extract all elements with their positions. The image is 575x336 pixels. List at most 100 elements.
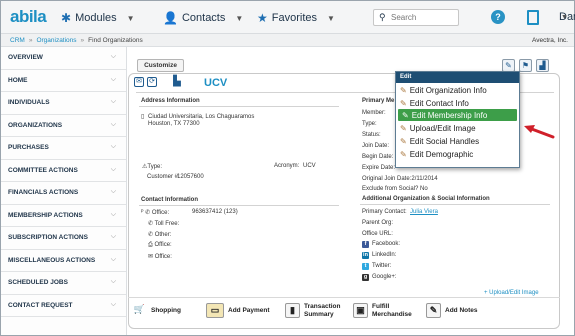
- office-email-label: Office:: [154, 254, 172, 260]
- menu-item-label: Edit Demographic: [409, 149, 474, 159]
- exclude-from-social: Exclude from Social? No: [362, 186, 428, 192]
- sidebar-item-label: CONTACT REQUEST: [8, 301, 73, 309]
- upload-edit-image-link[interactable]: + Upload/Edit Image: [484, 290, 539, 296]
- menu-item-label: Upload/Edit Image: [409, 124, 476, 134]
- chart-icon[interactable]: ▟: [536, 59, 549, 72]
- transaction-summary-action[interactable]: ▮ Transaction Summary: [285, 303, 340, 318]
- primary-contact-link[interactable]: Julia Viera: [410, 209, 438, 215]
- email-icon: ✉: [148, 254, 155, 260]
- breadcrumb-organizations[interactable]: Organizations: [36, 37, 76, 44]
- search-icon: ⚲: [379, 12, 386, 22]
- modules-menu[interactable]: ✱ Modules ▼: [61, 11, 135, 25]
- chevron-down-icon: ⌵: [110, 278, 116, 285]
- sidebar-item-label: COMMITTEE ACTIONS: [8, 166, 78, 174]
- additional-info-title: Additional Organization & Social Informa…: [362, 196, 490, 202]
- sidebar-item-miscellaneous-actions[interactable]: MISCELLANEOUS ACTIONS ⌵: [1, 250, 126, 272]
- chevron-down-icon: ⌵: [110, 233, 116, 240]
- chevron-down-icon: ⌵: [110, 53, 116, 60]
- shopping-action[interactable]: 🛒 Shopping: [132, 303, 181, 318]
- edit-demographic-item[interactable]: ✎ Edit Demographic: [396, 147, 519, 160]
- help-icon[interactable]: ?: [491, 10, 505, 24]
- chevron-down-icon: ⌵: [110, 188, 116, 195]
- menu-item-label: Edit Social Handles: [409, 137, 480, 147]
- organization-name: UCV: [204, 77, 228, 89]
- payment-card-icon: ▭: [206, 303, 224, 318]
- add-notes-action[interactable]: ✎ Add Notes: [426, 303, 478, 318]
- user-chevron-icon[interactable]: ▼: [561, 14, 568, 21]
- sidebar-item-overview[interactable]: OVERVIEW ⌵: [1, 47, 126, 70]
- office-phone-row: ᴾ ✆ Office:: [141, 209, 169, 216]
- puzzle-icon: ✱: [61, 11, 72, 25]
- facebook-icon: f: [362, 241, 369, 248]
- sidebar-item-label: MEMBERSHIP ACTIONS: [8, 211, 83, 219]
- sidebar-item-scheduled-jobs[interactable]: SCHEDULED JOBS ⌵: [1, 272, 126, 295]
- breadcrumb: CRM» Organizations» Find Organizations Ave…: [1, 34, 574, 47]
- phone-icon: ✆: [148, 232, 155, 238]
- fulfill-merchandise-action[interactable]: ▣ Fulfill Merchandise: [353, 303, 412, 318]
- building-icon: ▙: [173, 76, 181, 87]
- upload-edit-image-item[interactable]: ✎ Upload/Edit Image: [396, 121, 519, 134]
- sidebar-item-label: INDIVIDUALS: [8, 99, 50, 106]
- search-placeholder: Search: [391, 13, 417, 22]
- type-label-text: Type:: [147, 164, 163, 170]
- edit-membership-info-item[interactable]: ✎ Edit Membership Info: [398, 108, 517, 122]
- edit-organization-info-item[interactable]: ✎ Edit Organization Info: [396, 83, 519, 96]
- person-icon: 👤: [163, 11, 178, 25]
- pencil-icon: ✎: [402, 111, 409, 121]
- pencil-icon: ✎: [400, 137, 407, 147]
- sidebar-item-committee-actions[interactable]: COMMITTEE ACTIONS ⌵: [1, 160, 126, 182]
- email-icon[interactable]: ✉: [134, 77, 144, 87]
- sidebar-item-label: OVERVIEW: [8, 54, 43, 61]
- chevron-down-icon: ▼: [126, 13, 135, 23]
- sidebar-item-label: PURCHASES: [8, 144, 49, 151]
- shopping-cart-icon: 🛒: [133, 304, 146, 314]
- transaction-summary-line1: Transaction: [304, 303, 341, 310]
- menu-item-label: Edit Contact Info: [409, 98, 469, 108]
- contacts-menu[interactable]: 👤 Contacts ▼: [163, 11, 243, 25]
- chevron-down-icon: ▼: [235, 13, 244, 23]
- sidebar-item-label: SUBSCRIPTION ACTIONS: [8, 234, 88, 241]
- sidebar-item-membership-actions[interactable]: MEMBERSHIP ACTIONS ⌵: [1, 205, 126, 227]
- notes-icon: ✎: [426, 303, 441, 318]
- upload-edit-image-label: Upload/Edit Image: [489, 290, 539, 296]
- sidebar-item-organizations[interactable]: ORGANIZATIONS ⌵: [1, 115, 126, 137]
- calendar-icon[interactable]: [527, 10, 539, 25]
- sidebar-item-financials-actions[interactable]: FINANCIALS ACTIONS ⌵: [1, 182, 126, 205]
- office-url-label: Office URL:: [362, 231, 393, 237]
- acronym-label: Acronym:: [274, 163, 300, 169]
- linkedin-label: LinkedIn:: [372, 252, 397, 258]
- modules-label: Modules: [75, 12, 117, 24]
- add-payment-action[interactable]: ▭ Add Payment: [206, 303, 270, 318]
- begin-date-label: Begin Date:: [362, 154, 394, 160]
- address-line-2: Houston, TX 77300: [148, 121, 200, 127]
- refresh-icon[interactable]: ⟳: [147, 77, 157, 87]
- chevron-down-icon: ⌵: [110, 210, 116, 218]
- edit-social-handles-item[interactable]: ✎ Edit Social Handles: [396, 134, 519, 147]
- toll-free-label: Toll Free:: [154, 221, 180, 227]
- search-input[interactable]: ⚲ Search: [373, 9, 459, 26]
- abila-logo[interactable]: abila: [10, 7, 47, 27]
- original-join-date: Original Join Date:2/11/2014: [362, 176, 438, 182]
- menu-item-label: Edit Organization Info: [409, 85, 487, 95]
- flag-icon[interactable]: ⚑: [519, 59, 532, 72]
- sidebar-item-contact-request[interactable]: CONTACT REQUEST ⌵: [1, 295, 126, 317]
- sidebar-item-purchases[interactable]: PURCHASES ⌵: [1, 137, 126, 160]
- fulfill-merchandise-line1: Fulfill: [372, 303, 390, 310]
- parent-org-label: Parent Org:: [362, 220, 394, 226]
- sidebar-item-label: SCHEDULED JOBS: [8, 279, 68, 286]
- edit-contact-info-item[interactable]: ✎ Edit Contact Info: [396, 96, 519, 109]
- primary-contact-label: Primary Contact:: [362, 209, 407, 215]
- transaction-summary-line2: Summary: [304, 310, 334, 318]
- company-name: Avectra, Inc.: [531, 37, 568, 44]
- chevron-down-icon: ⌵: [110, 143, 116, 150]
- customize-button[interactable]: Customize: [137, 59, 184, 72]
- office-label: Office:: [151, 210, 170, 216]
- breadcrumb-crm[interactable]: CRM: [10, 37, 25, 44]
- favorites-menu[interactable]: ★ Favorites ▼: [257, 11, 335, 25]
- sidebar-item-individuals[interactable]: INDIVIDUALS ⌵: [1, 92, 126, 115]
- sidebar-item-label: ORGANIZATIONS: [8, 121, 63, 129]
- sidebar-item-subscription-actions[interactable]: SUBSCRIPTION ACTIONS ⌵: [1, 227, 126, 250]
- contact-section-title: Contact Information: [141, 197, 198, 203]
- expire-date-label: Expire Date:: [362, 165, 396, 171]
- sidebar-item-home[interactable]: HOME ⌵: [1, 70, 126, 92]
